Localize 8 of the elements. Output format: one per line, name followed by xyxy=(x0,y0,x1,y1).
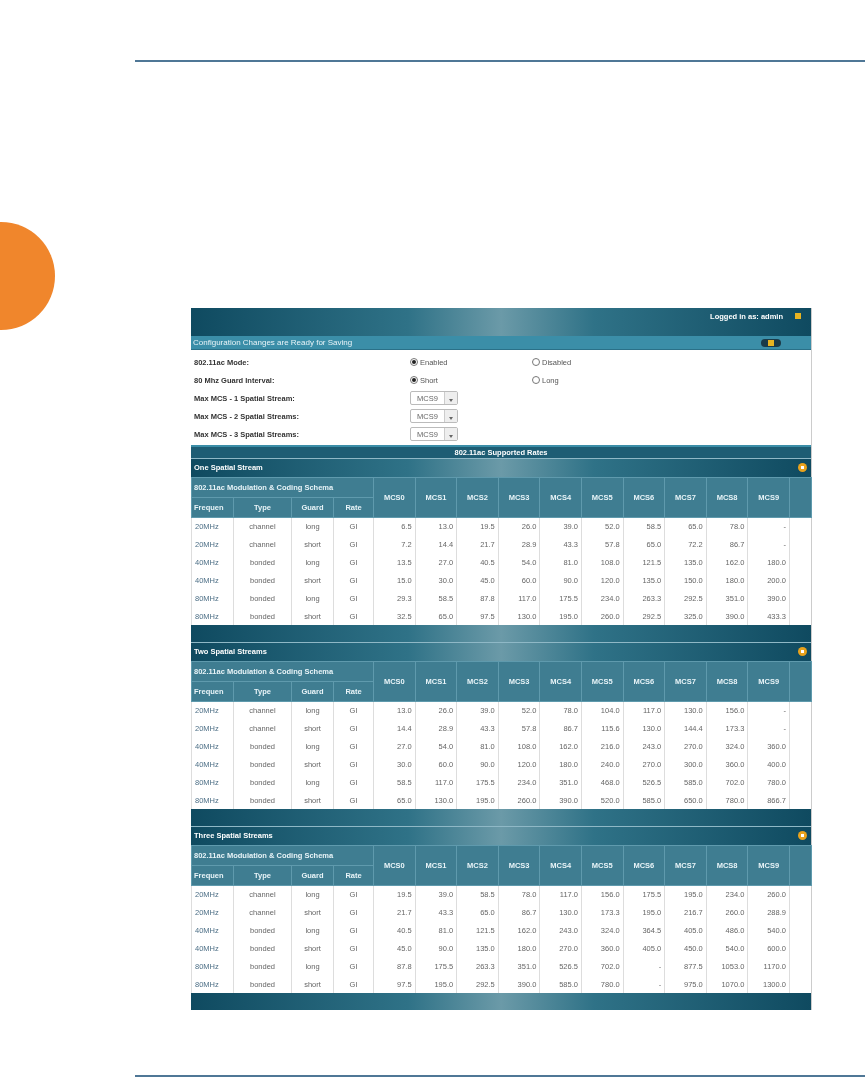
toggle-icon[interactable] xyxy=(798,647,807,657)
notice-text: Configuration Changes are Ready for Saving xyxy=(193,338,353,347)
caret-icon xyxy=(449,435,453,438)
save-icon[interactable] xyxy=(761,338,781,347)
toggle-icon[interactable] xyxy=(798,463,807,473)
caret-icon xyxy=(449,399,453,402)
caret-icon xyxy=(449,417,453,420)
toggle-icon[interactable] xyxy=(798,831,807,841)
